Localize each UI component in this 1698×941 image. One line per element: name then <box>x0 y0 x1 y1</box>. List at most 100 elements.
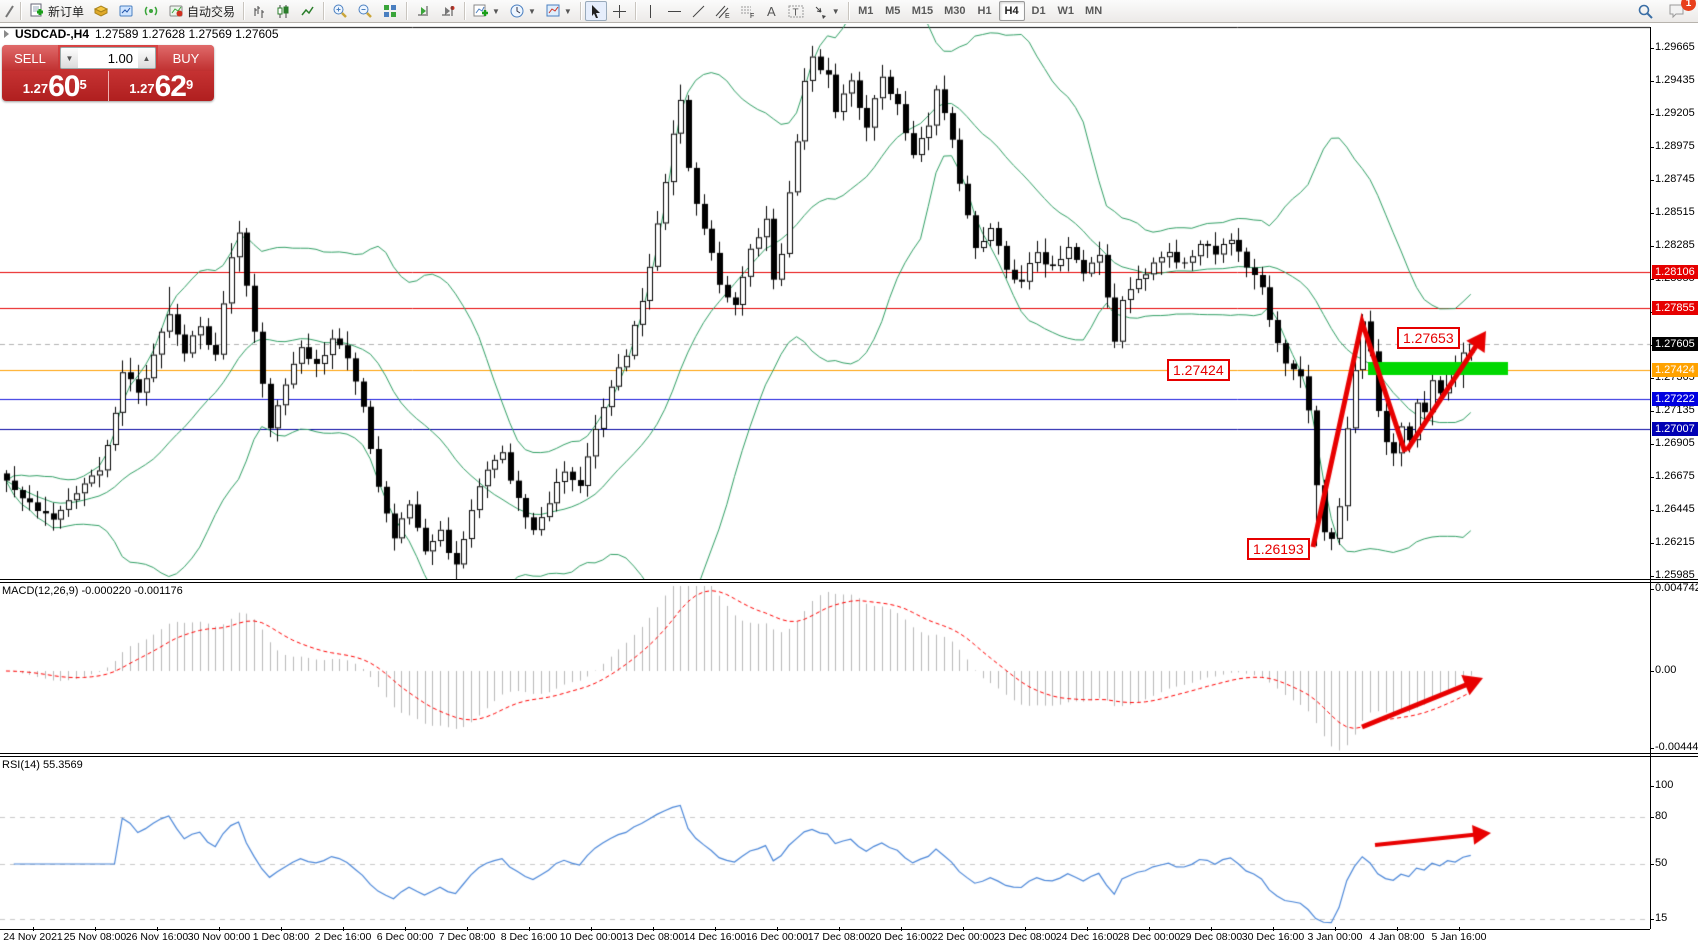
time-axis-label: 6 Dec 00:00 <box>377 931 434 941</box>
axis-tick-label: -0.004448 <box>1655 741 1698 753</box>
axis-tick <box>1650 748 1654 749</box>
zoom-out-button[interactable] <box>353 1 377 21</box>
svg-text:F: F <box>750 13 754 19</box>
sell-price[interactable]: 1.27 60 5 <box>2 71 109 101</box>
time-axis-tick <box>1273 927 1274 931</box>
time-axis-label: 3 Jan 00:00 <box>1308 931 1363 941</box>
separator <box>580 2 581 20</box>
axis-tick-label: 1.29665 <box>1655 41 1695 53</box>
svg-text:E: E <box>725 13 730 19</box>
volume-increase-button[interactable]: ▲ <box>138 48 155 68</box>
fibonacci-icon: F <box>740 4 756 19</box>
fibonacci-tool[interactable]: F <box>736 1 760 21</box>
price-annotation-label[interactable]: 1.27653 <box>1397 327 1460 349</box>
time-axis-label: 29 Dec 08:00 <box>1180 931 1242 941</box>
buy-price[interactable]: 1.27 62 9 <box>109 71 215 101</box>
rsi-header: RSI(14) 55.3569 <box>2 759 83 771</box>
time-axis-tick <box>777 927 778 931</box>
timeframe-MN[interactable]: MN <box>1080 1 1107 21</box>
trendline-tool[interactable] <box>687 1 710 21</box>
crosshair-icon <box>612 4 627 19</box>
text-label-tool[interactable]: T <box>784 1 808 21</box>
cursor-tool-button[interactable] <box>585 1 607 21</box>
axis-tick <box>1650 213 1654 214</box>
axis-tick-label: 1.26675 <box>1655 470 1695 482</box>
axis-tick <box>1650 246 1654 247</box>
signals-button[interactable] <box>139 1 163 21</box>
profiles-button[interactable] <box>89 1 113 21</box>
autotrading-button[interactable]: 自动交易 <box>164 1 239 21</box>
timeframe-D1[interactable]: D1 <box>1026 1 1052 21</box>
crosshair-tool-button[interactable] <box>608 1 631 21</box>
timeframe-H1[interactable]: H1 <box>972 1 998 21</box>
autotrading-icon <box>168 3 184 19</box>
axis-tick-label: 1.27135 <box>1655 404 1695 416</box>
equidistant-channel-tool[interactable]: E <box>711 1 735 21</box>
one-click-toggle-icon[interactable] <box>4 30 9 38</box>
pane-separator[interactable] <box>0 579 1698 583</box>
volume-input[interactable] <box>78 48 138 68</box>
axis-tick-label: 1.25985 <box>1655 569 1695 581</box>
time-axis-tick <box>529 927 530 931</box>
periods-button[interactable]: ▼ <box>505 1 540 21</box>
buy-price-main: 62 <box>155 74 186 100</box>
vertical-line-tool[interactable] <box>640 1 662 21</box>
time-axis-tick <box>591 927 592 931</box>
zoom-in-icon <box>332 3 348 19</box>
timeframe-M5[interactable]: M5 <box>880 1 906 21</box>
axis-tick-label: 1.28515 <box>1655 206 1695 218</box>
macd-pane-canvas[interactable] <box>0 583 1650 754</box>
dropdown-caret: ▼ <box>832 7 840 16</box>
timeframe-W1[interactable]: W1 <box>1053 1 1080 21</box>
market-watch-button[interactable] <box>114 1 138 21</box>
line-chart-button[interactable] <box>296 1 319 21</box>
rsi-pane-canvas[interactable] <box>0 757 1650 930</box>
search-button[interactable] <box>1633 1 1658 21</box>
candlestick-button[interactable] <box>272 1 295 21</box>
svg-text:T: T <box>792 7 798 18</box>
arrows-tool[interactable]: ▼ <box>809 1 844 21</box>
separator <box>848 2 849 20</box>
axis-tick <box>1650 671 1654 672</box>
time-axis-label: 22 Dec 00:00 <box>932 931 994 941</box>
auto-scroll-button[interactable] <box>411 1 435 21</box>
indicators-button[interactable]: ▼ <box>469 1 504 21</box>
new-order-button[interactable]: 新订单 <box>25 1 88 21</box>
timeframe-M1[interactable]: M1 <box>853 1 879 21</box>
indicators-icon <box>473 3 489 19</box>
price-chart-canvas[interactable] <box>0 24 1650 580</box>
dropdown-caret: ▼ <box>564 7 572 16</box>
zoom-in-button[interactable] <box>328 1 352 21</box>
time-axis-tick <box>405 927 406 931</box>
axis-tick-label: 1.28745 <box>1655 173 1695 185</box>
volume-decrease-button[interactable]: ▼ <box>61 48 78 68</box>
sell-button[interactable]: SELL <box>2 45 58 71</box>
axis-tick <box>1650 477 1654 478</box>
timeframe-M15[interactable]: M15 <box>907 1 938 21</box>
pane-separator[interactable] <box>0 753 1698 757</box>
time-axis-label: 28 Dec 00:00 <box>1118 931 1180 941</box>
price-annotation-label[interactable]: 1.27424 <box>1167 359 1230 381</box>
timeframe-H4[interactable]: H4 <box>999 1 1025 21</box>
dropdown-caret: ▼ <box>492 7 500 16</box>
horizontal-line-icon <box>667 4 682 19</box>
buy-button[interactable]: BUY <box>158 45 214 71</box>
axis-tick-label: 1.29435 <box>1655 74 1695 86</box>
chart-shift-button[interactable] <box>436 1 460 21</box>
horizontal-line-tool[interactable] <box>663 1 686 21</box>
axis-tick-label: 1.26215 <box>1655 536 1695 548</box>
text-tool[interactable]: A <box>761 1 783 21</box>
notifications-button[interactable]: 1 <box>1664 1 1690 21</box>
symbol-period-label: USDCAD-,H4 <box>15 27 89 41</box>
timeframe-M30[interactable]: M30 <box>939 1 970 21</box>
sell-price-prefix: 1.27 <box>23 78 48 100</box>
bar-chart-button[interactable] <box>248 1 271 21</box>
axis-tick <box>1650 48 1654 49</box>
arrows-icon <box>813 4 829 19</box>
partial-left-icon[interactable] <box>2 1 16 21</box>
templates-button[interactable]: ▼ <box>541 1 576 21</box>
candlestick-icon <box>276 4 291 19</box>
notification-badge: 1 <box>1681 0 1696 11</box>
tile-windows-button[interactable] <box>378 1 402 21</box>
price-annotation-label[interactable]: 1.26193 <box>1247 538 1310 560</box>
